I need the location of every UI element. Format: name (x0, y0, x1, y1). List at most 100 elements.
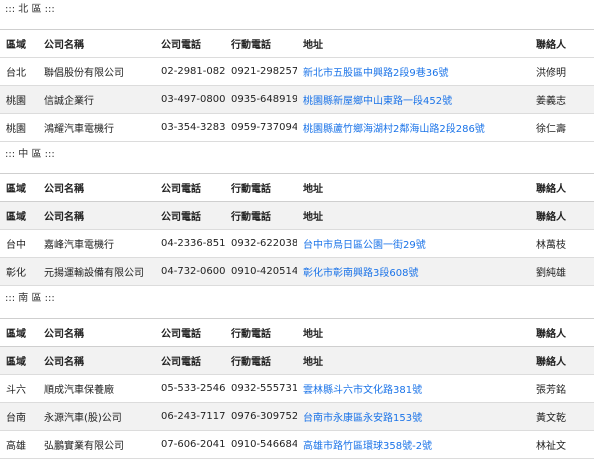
header-phone: 公司電話 (155, 201, 225, 230)
cell-mobile: 0910-546684 (225, 430, 297, 459)
cell-company: 嘉峰汽車電機行 (38, 229, 155, 258)
header-phone: 公司電話 (155, 318, 225, 347)
header-contact: 聯絡人 (530, 318, 594, 347)
dealer-table-south: 區域 公司名稱 公司電話 行動電話 地址 聯絡人 區域 公司名稱 公司電話 行動… (0, 318, 594, 459)
address-link[interactable]: 雲林縣斗六市文化路381號 (303, 385, 422, 396)
cell-area: 桃園 (0, 85, 38, 114)
header-company: 公司名稱 (38, 201, 155, 230)
address-link[interactable]: 桃園縣新屋鄉中山東路一段452號 (303, 96, 452, 107)
cell-contact: 姜義志 (530, 85, 594, 114)
address-link[interactable]: 台中市烏日區公園一街29號 (303, 240, 426, 251)
cell-area: 台南 (0, 402, 38, 431)
section-title-north: ::: 北 區 ::: (5, 4, 55, 15)
cell-phone: 03-354-3283 (155, 113, 225, 142)
cell-company: 弘鵬實業有限公司 (38, 430, 155, 459)
table-header-row: 區域 公司名稱 公司電話 行動電話 地址 聯絡人 (0, 346, 594, 375)
table-row: 台中 嘉峰汽車電機行 04-2336-8519 0932-622038 台中市烏… (0, 229, 594, 258)
table-row: 台南 永源汽車(股)公司 06-243-7117 0976-309752 台南市… (0, 402, 594, 431)
cell-area: 台中 (0, 229, 38, 258)
cell-area: 高雄 (0, 430, 38, 459)
table-row: 斗六 順成汽車保養廠 05-533-2546 0932-555731 雲林縣斗六… (0, 374, 594, 403)
header-company: 公司名稱 (38, 173, 155, 202)
cell-address: 台南市永康區永安路153號 (297, 402, 530, 431)
cell-contact: 洪修明 (530, 57, 594, 86)
cell-area: 台北 (0, 57, 38, 86)
cell-mobile: 0921-298257 (225, 57, 297, 86)
cell-company: 鴻耀汽車電機行 (38, 113, 155, 142)
cell-phone: 07-606-2041 (155, 430, 225, 459)
header-company: 公司名稱 (38, 346, 155, 375)
cell-mobile: 0959-737094 (225, 113, 297, 142)
address-link[interactable]: 台南市永康區永安路153號 (303, 413, 422, 424)
address-link[interactable]: 桃園縣蘆竹鄉海湖村2鄰海山路2段286號 (303, 124, 485, 135)
cell-area: 斗六 (0, 374, 38, 403)
cell-address: 高雄市路竹區環球358號-2號 (297, 430, 530, 459)
cell-phone: 04-2336-8519 (155, 229, 225, 258)
header-contact: 聯絡人 (530, 173, 594, 202)
table-header-row: 區域 公司名稱 公司電話 行動電話 地址 聯絡人 (0, 318, 594, 347)
header-mobile: 行動電話 (225, 346, 297, 375)
cell-company: 永源汽車(股)公司 (38, 402, 155, 431)
cell-phone: 05-533-2546 (155, 374, 225, 403)
header-mobile: 行動電話 (225, 29, 297, 58)
cell-address: 桃園縣新屋鄉中山東路一段452號 (297, 85, 530, 114)
header-phone: 公司電話 (155, 29, 225, 58)
cell-contact: 黃文乾 (530, 402, 594, 431)
table-row: 高雄 弘鵬實業有限公司 07-606-2041 0910-546684 高雄市路… (0, 430, 594, 459)
table-header-row: 區域 公司名稱 公司電話 行動電話 地址 聯絡人 (0, 201, 594, 230)
header-phone: 公司電話 (155, 173, 225, 202)
header-area: 區域 (0, 29, 38, 58)
header-contact: 聯絡人 (530, 201, 594, 230)
section-title-south: ::: 南 區 ::: (5, 293, 55, 304)
cell-company: 聯倡股份有限公司 (38, 57, 155, 86)
cell-company: 順成汽車保養廠 (38, 374, 155, 403)
cell-phone: 02-2981-0822 (155, 57, 225, 86)
address-link[interactable]: 高雄市路竹區環球358號-2號 (303, 441, 432, 452)
header-company: 公司名稱 (38, 318, 155, 347)
header-mobile: 行動電話 (225, 201, 297, 230)
cell-contact: 林萬枝 (530, 229, 594, 258)
cell-address: 新北市五股區中興路2段9巷36號 (297, 57, 530, 86)
cell-company: 元揚運輸設備有限公司 (38, 257, 155, 286)
table-header-row: 區域 公司名稱 公司電話 行動電話 地址 聯絡人 (0, 29, 594, 58)
table-row: 彰化 元揚運輸設備有限公司 04-732-0600 0910-420514 彰化… (0, 257, 594, 286)
cell-mobile: 0976-309752 (225, 402, 297, 431)
header-contact: 聯絡人 (530, 346, 594, 375)
header-area: 區域 (0, 173, 38, 202)
table-row: 台北 聯倡股份有限公司 02-2981-0822 0921-298257 新北市… (0, 57, 594, 86)
header-address: 地址 (297, 29, 530, 58)
cell-company: 信誠企業行 (38, 85, 155, 114)
cell-mobile: 0910-420514 (225, 257, 297, 286)
section-title-central: ::: 中 區 ::: (5, 149, 55, 160)
header-mobile: 行動電話 (225, 173, 297, 202)
header-contact: 聯絡人 (530, 29, 594, 58)
cell-mobile: 0935-648919 (225, 85, 297, 114)
cell-area: 桃園 (0, 113, 38, 142)
header-address: 地址 (297, 173, 530, 202)
header-phone: 公司電話 (155, 346, 225, 375)
table-row: 桃園 鴻耀汽車電機行 03-354-3283 0959-737094 桃園縣蘆竹… (0, 113, 594, 142)
cell-mobile: 0932-622038 (225, 229, 297, 258)
address-link[interactable]: 彰化市彰南興路3段608號 (303, 268, 418, 279)
header-area: 區域 (0, 318, 38, 347)
header-address: 地址 (297, 346, 530, 375)
cell-phone: 04-732-0600 (155, 257, 225, 286)
cell-area: 彰化 (0, 257, 38, 286)
dealer-table-north: 區域 公司名稱 公司電話 行動電話 地址 聯絡人 台北 聯倡股份有限公司 02-… (0, 29, 594, 142)
header-mobile: 行動電話 (225, 318, 297, 347)
cell-phone: 06-243-7117 (155, 402, 225, 431)
dealer-table-central: 區域 公司名稱 公司電話 行動電話 地址 聯絡人 區域 公司名稱 公司電話 行動… (0, 173, 594, 286)
header-address: 地址 (297, 201, 530, 230)
header-company: 公司名稱 (38, 29, 155, 58)
cell-address: 桃園縣蘆竹鄉海湖村2鄰海山路2段286號 (297, 113, 530, 142)
cell-contact: 張芳銘 (530, 374, 594, 403)
cell-contact: 林祉文 (530, 430, 594, 459)
cell-mobile: 0932-555731 (225, 374, 297, 403)
address-link[interactable]: 新北市五股區中興路2段9巷36號 (303, 68, 448, 79)
cell-address: 彰化市彰南興路3段608號 (297, 257, 530, 286)
table-header-row: 區域 公司名稱 公司電話 行動電話 地址 聯絡人 (0, 173, 594, 202)
header-address: 地址 (297, 318, 530, 347)
cell-phone: 03-497-0800 (155, 85, 225, 114)
header-area: 區域 (0, 201, 38, 230)
header-area: 區域 (0, 346, 38, 375)
